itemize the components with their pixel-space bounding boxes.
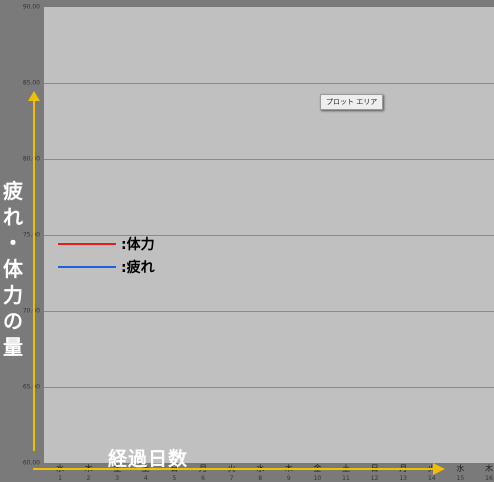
y-axis-arrow-head xyxy=(28,91,40,101)
y-axis-title-char: 体 xyxy=(3,257,23,281)
gridline xyxy=(44,387,494,388)
y-axis-title-char: の xyxy=(3,309,23,333)
y-axis-title-char: 力 xyxy=(3,283,23,307)
y-tick-label: 85.00 xyxy=(22,79,40,87)
gridline xyxy=(44,83,494,84)
gridline xyxy=(44,159,494,160)
legend-swatch-fatigue xyxy=(58,266,116,268)
legend-label-stamina: :体力 xyxy=(121,237,155,253)
x-axis-title: 経過日数 xyxy=(108,448,189,470)
gridline xyxy=(44,311,494,312)
y-axis-title-char: 疲 xyxy=(3,179,23,203)
gridline xyxy=(44,235,494,236)
y-tick-label: 90.00 xyxy=(22,3,40,11)
chart-window: 90.0085.0080.0075.0070.0065.0060.00 水1木2… xyxy=(0,0,494,482)
y-axis-title-char: ・ xyxy=(3,231,23,255)
x-axis-arrow-head xyxy=(433,463,445,475)
y-axis-title-char: 量 xyxy=(3,335,23,359)
y-axis-title: 疲 れ ・ 体 力 の 量 xyxy=(0,178,26,360)
y-axis-arrow-line xyxy=(33,98,35,451)
y-tick-label: 60.00 xyxy=(22,459,40,467)
x-axis-arrow-line xyxy=(33,468,435,470)
y-axis-title-char: れ xyxy=(3,205,23,229)
x-tick-day: 木 xyxy=(485,464,493,473)
plot-area-tooltip: プロット エリア xyxy=(320,94,384,110)
x-tick-day: 水 xyxy=(456,464,465,473)
legend-label-fatigue: :疲れ xyxy=(121,260,155,276)
legend-swatch-stamina xyxy=(58,243,116,245)
